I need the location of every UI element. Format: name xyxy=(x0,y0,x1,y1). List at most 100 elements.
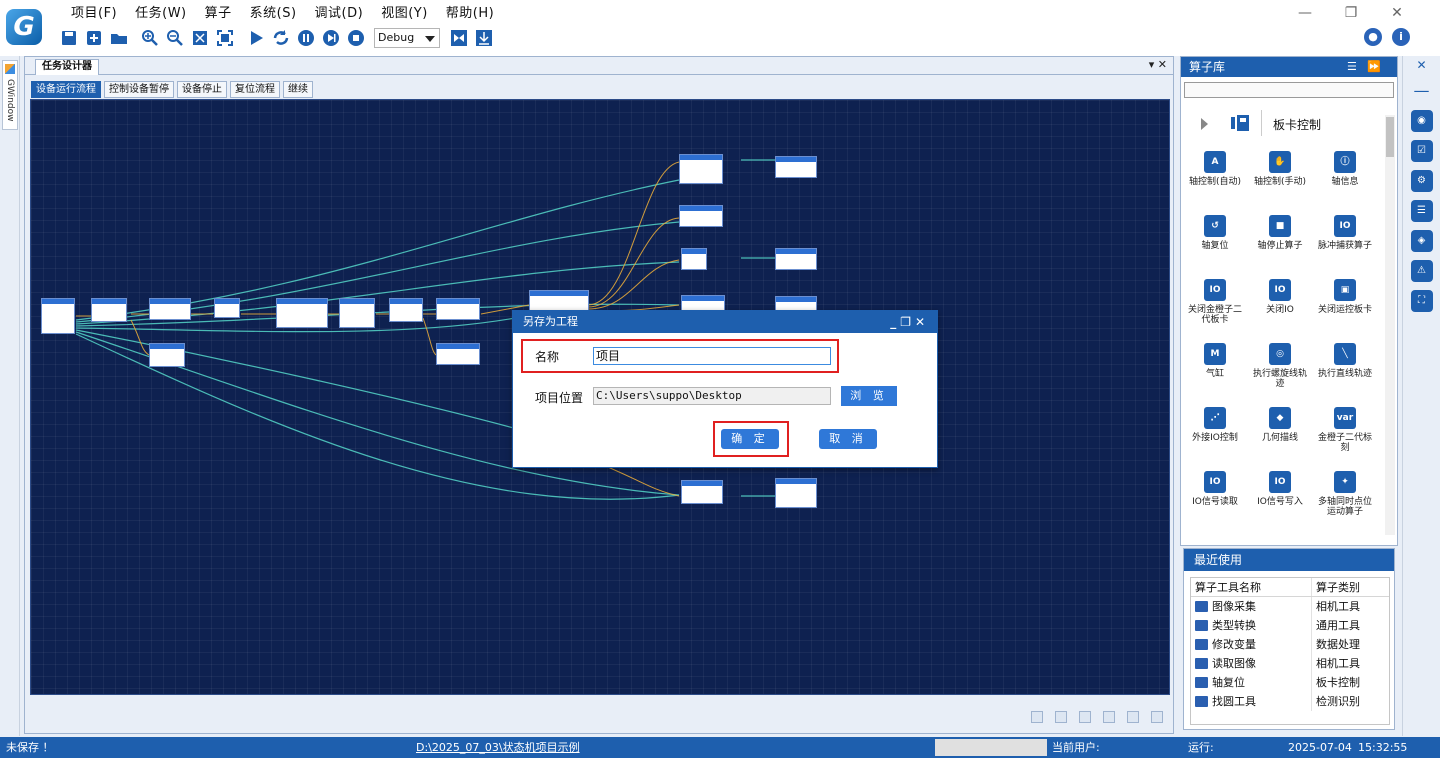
operator-item[interactable]: ▣ 关闭运控板卡 xyxy=(1314,273,1376,337)
breakpoint-button[interactable] xyxy=(448,27,470,49)
operator-item[interactable]: ◎ 执行螺旋线轨迹 xyxy=(1249,337,1311,401)
pause-button[interactable] xyxy=(295,27,317,49)
info-icon[interactable]: i xyxy=(1392,28,1410,46)
maximize-button[interactable]: ❐ xyxy=(1328,4,1374,22)
scrollbar-thumb[interactable] xyxy=(1386,117,1394,157)
layers-icon[interactable]: ◈ xyxy=(1410,230,1433,252)
settings-icon[interactable]: ⚙ xyxy=(1410,170,1433,192)
operator-item[interactable]: var 金橙子二代标刻 xyxy=(1314,401,1376,465)
operator-item[interactable]: ⓘ 轴信息 xyxy=(1314,145,1376,209)
operator-item[interactable]: ↺ 轴复位 xyxy=(1184,209,1246,273)
close-icon[interactable]: ✕ xyxy=(1403,58,1440,72)
run-button[interactable] xyxy=(245,27,267,49)
table-row[interactable]: 读取图像 相机工具 xyxy=(1191,654,1389,673)
table-row[interactable]: 找圆工具 检测识别 xyxy=(1191,692,1389,711)
flow-node[interactable] xyxy=(389,298,423,322)
operator-item[interactable]: ◆ 几何描线 xyxy=(1249,401,1311,465)
operator-panel-icon[interactable]: ◉ xyxy=(1410,110,1433,132)
copy-icon[interactable] xyxy=(1079,711,1091,723)
zoom-out-button[interactable] xyxy=(164,27,186,49)
tab-reset-flow[interactable]: 复位流程 xyxy=(230,81,280,98)
list-icon[interactable]: ☰ xyxy=(1410,200,1433,222)
minimize-button[interactable]: — xyxy=(1282,4,1328,22)
open-button[interactable] xyxy=(108,27,130,49)
library-scrollbar[interactable] xyxy=(1385,115,1395,535)
new-button[interactable] xyxy=(83,27,105,49)
collapse-icon[interactable]: — xyxy=(1411,80,1433,102)
checklist-icon[interactable]: ☑ xyxy=(1410,140,1433,162)
flow-node[interactable] xyxy=(339,298,375,328)
group-icon[interactable] xyxy=(1055,711,1067,723)
tab-pause-control[interactable]: 控制设备暂停 xyxy=(104,81,174,98)
flow-node[interactable] xyxy=(214,298,240,318)
flow-node[interactable] xyxy=(681,248,707,270)
close-button[interactable]: ✕ xyxy=(1374,4,1420,22)
operator-item[interactable]: ✦ 多轴同时点位运动算子 xyxy=(1314,465,1376,529)
operator-item[interactable]: IO IO信号写入 xyxy=(1249,465,1311,529)
library-category[interactable]: 板卡控制 xyxy=(1181,106,1397,142)
step-into-button[interactable] xyxy=(473,27,495,49)
operator-item[interactable]: M 气缸 xyxy=(1184,337,1246,401)
flow-node[interactable] xyxy=(91,298,127,322)
flow-node[interactable] xyxy=(149,298,191,320)
dialog-window-controls[interactable]: _❐✕ xyxy=(890,311,929,333)
flow-node[interactable] xyxy=(149,343,185,367)
flow-node[interactable] xyxy=(679,205,723,227)
flow-node[interactable] xyxy=(775,156,817,178)
cancel-button[interactable]: 取 消 xyxy=(819,429,877,449)
menu-system[interactable]: 系统(S) xyxy=(241,4,306,24)
operator-item[interactable]: ■ 轴停止算子 xyxy=(1249,209,1311,273)
library-search-input[interactable] xyxy=(1184,82,1394,98)
menu-debug[interactable]: 调试(D) xyxy=(306,4,373,24)
align-icon[interactable] xyxy=(1031,711,1043,723)
operator-item[interactable]: ✋ 轴控制(手动) xyxy=(1249,145,1311,209)
stop-button[interactable] xyxy=(345,27,367,49)
flow-node[interactable] xyxy=(775,248,817,270)
delete-icon[interactable] xyxy=(1127,711,1139,723)
flow-node[interactable] xyxy=(681,480,723,504)
warning-icon[interactable]: ⚠ xyxy=(1410,260,1433,282)
zoom-in-button[interactable] xyxy=(139,27,161,49)
flow-node[interactable] xyxy=(775,478,817,508)
flow-node[interactable] xyxy=(436,298,480,320)
flow-node[interactable] xyxy=(276,298,328,328)
menu-task[interactable]: 任务(W) xyxy=(126,4,196,24)
run-mode-select[interactable]: Debug xyxy=(374,28,440,48)
operator-item[interactable]: IO 脉冲捕获算子 xyxy=(1314,209,1376,273)
menu-help[interactable]: 帮助(H) xyxy=(437,4,503,24)
gwindow-tab[interactable]: GWindow xyxy=(2,60,18,130)
flow-node[interactable] xyxy=(679,154,723,184)
designer-controls[interactable]: ▾ ✕ xyxy=(1149,58,1167,71)
step-button[interactable] xyxy=(320,27,342,49)
expand-arrow-icon[interactable] xyxy=(1201,118,1208,130)
menu-operator[interactable]: 算子 xyxy=(196,4,241,24)
table-row[interactable]: 轴复位 板卡控制 xyxy=(1191,673,1389,692)
fit-button[interactable] xyxy=(189,27,211,49)
fullscreen-button[interactable] xyxy=(214,27,236,49)
table-row[interactable]: 图像采集 相机工具 xyxy=(1191,597,1389,616)
menu-view[interactable]: 视图(Y) xyxy=(372,4,437,24)
operator-item[interactable]: ╲ 执行直线轨迹 xyxy=(1314,337,1376,401)
clear-icon[interactable] xyxy=(1151,711,1163,723)
loop-run-button[interactable] xyxy=(270,27,292,49)
operator-item[interactable]: IO 关闭金橙子二代板卡 xyxy=(1184,273,1246,337)
tab-continue[interactable]: 继续 xyxy=(283,81,313,98)
user-icon[interactable]: ● xyxy=(1364,28,1382,46)
operator-item[interactable]: A 轴控制(自动) xyxy=(1184,145,1246,209)
table-row[interactable]: 修改变量 数据处理 xyxy=(1191,635,1389,654)
save-button[interactable] xyxy=(58,27,80,49)
operator-item[interactable]: ⋰ 外接IO控制 xyxy=(1184,401,1246,465)
designer-title-tab[interactable]: 任务设计器 xyxy=(35,59,99,75)
project-path-link[interactable]: D:\2025_07_03\状态机项目示例 xyxy=(416,737,580,758)
flow-node[interactable] xyxy=(436,343,480,365)
menu-project[interactable]: 项目(F) xyxy=(62,4,126,24)
tab-device-stop[interactable]: 设备停止 xyxy=(177,81,227,98)
operator-item[interactable]: IO IO信号读取 xyxy=(1184,465,1246,529)
paste-icon[interactable] xyxy=(1103,711,1115,723)
library-menu-icon[interactable]: ☰ ⏩ xyxy=(1347,57,1381,77)
network-icon[interactable]: ⛶ xyxy=(1410,290,1433,312)
table-row[interactable]: 类型转换 通用工具 xyxy=(1191,616,1389,635)
tab-device-run-flow[interactable]: 设备运行流程 xyxy=(31,81,101,98)
flow-node[interactable] xyxy=(41,298,75,334)
browse-button[interactable]: 浏 览 xyxy=(841,386,897,406)
